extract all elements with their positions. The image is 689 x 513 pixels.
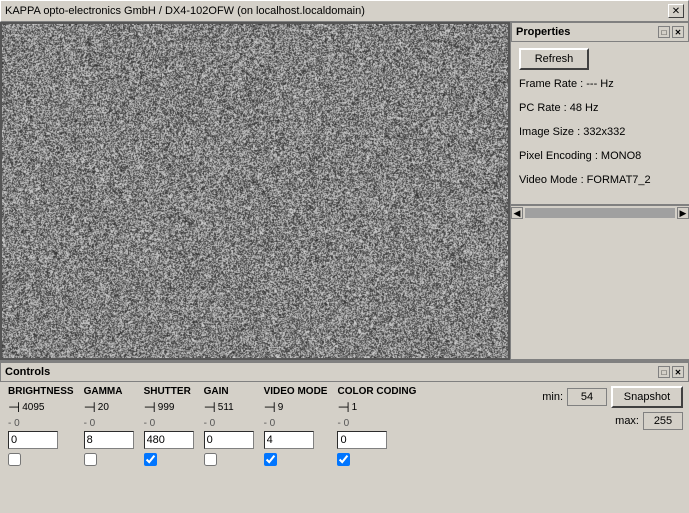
label-gamma: GAMMA	[84, 386, 123, 397]
properties-title: Properties	[516, 26, 570, 38]
scroll-right-icon[interactable]: ▶	[677, 207, 689, 219]
properties-panel: Properties □ ✕ Refresh Frame Rate : --- …	[510, 22, 689, 360]
control-group-brightness: BRIGHTNESS ⊣ 4095 - 0	[8, 386, 74, 466]
range-row-gamma: ⊣ 20	[84, 399, 109, 416]
max-val-gamma: 20	[98, 402, 109, 413]
controls-panel: Controls □ ✕ BRIGHTNESS ⊣ 4095 - 0 GAMMA…	[0, 360, 689, 513]
label-brightness: BRIGHTNESS	[8, 386, 74, 397]
range-row-shutter: ⊣ 999	[144, 399, 175, 416]
camera-view	[0, 22, 510, 360]
controls-restore-icon[interactable]: □	[658, 366, 670, 378]
slider-icon-gamma: ⊣	[84, 399, 96, 416]
control-group-gamma: GAMMA ⊣ 20 - 0	[84, 386, 134, 466]
min-val-gain: - 0	[204, 418, 216, 429]
max-val-brightness: 4095	[22, 402, 44, 413]
video-mode-label: Video Mode : FORMAT7_2	[519, 174, 651, 186]
checkbox-shutter[interactable]	[144, 453, 157, 466]
scroll-left-icon[interactable]: ◀	[511, 207, 523, 219]
scroll-track	[525, 208, 675, 218]
input-videomode[interactable]	[264, 431, 314, 449]
checkbox-videomode[interactable]	[264, 453, 277, 466]
min-label: min:	[542, 391, 563, 403]
max-row: max:	[615, 412, 683, 430]
checkbox-brightness[interactable]	[8, 453, 21, 466]
minmax-snapshot: min: Snapshot max:	[542, 386, 683, 430]
input-shutter[interactable]	[144, 431, 194, 449]
properties-close-icon[interactable]: ✕	[672, 26, 684, 38]
properties-header-icons: □ ✕	[658, 26, 684, 38]
pc-rate-label: PC Rate : 48 Hz	[519, 102, 598, 114]
pixel-encoding-label: Pixel Encoding : MONO8	[519, 150, 641, 162]
slider-icon-shutter: ⊣	[144, 399, 156, 416]
video-mode-row: Video Mode : FORMAT7_2	[519, 174, 681, 186]
range-row-videomode: ⊣ 9	[264, 399, 284, 416]
controls-title: Controls	[5, 366, 50, 378]
min-input[interactable]	[567, 388, 607, 406]
range-row-gain: ⊣ 511	[204, 399, 234, 416]
max-val-gain: 511	[218, 402, 234, 413]
refresh-button[interactable]: Refresh	[519, 48, 589, 70]
max-val-shutter: 999	[158, 402, 175, 413]
input-gamma[interactable]	[84, 431, 134, 449]
properties-content: Refresh Frame Rate : --- Hz PC Rate : 48…	[511, 42, 689, 204]
slider-icon-videomode: ⊣	[264, 399, 276, 416]
title-bar: KAPPA opto-electronics GmbH / DX4-102OFW…	[0, 0, 689, 22]
control-group-shutter: SHUTTER ⊣ 999 - 0	[144, 386, 194, 466]
snapshot-button[interactable]: Snapshot	[611, 386, 683, 408]
properties-restore-icon[interactable]: □	[658, 26, 670, 38]
window-title: KAPPA opto-electronics GmbH / DX4-102OFW…	[5, 5, 365, 17]
checkbox-gamma[interactable]	[84, 453, 97, 466]
input-brightness[interactable]	[8, 431, 58, 449]
input-colorcoding[interactable]	[337, 431, 387, 449]
slider-icon-brightness: ⊣	[8, 399, 20, 416]
range-row-colorcoding: ⊣ 1	[337, 399, 357, 416]
max-label: max:	[615, 415, 639, 427]
label-gain: GAIN	[204, 386, 229, 397]
label-shutter: SHUTTER	[144, 386, 191, 397]
checkbox-colorcoding[interactable]	[337, 453, 350, 466]
image-size-row: Image Size : 332x332	[519, 126, 681, 138]
properties-header: Properties □ ✕	[511, 22, 689, 42]
main-area: Properties □ ✕ Refresh Frame Rate : --- …	[0, 22, 689, 360]
camera-canvas	[2, 24, 508, 358]
checkbox-gain[interactable]	[204, 453, 217, 466]
label-videomode: VIDEO MODE	[264, 386, 328, 397]
max-val-colorcoding: 1	[352, 402, 358, 413]
min-val-videomode: - 0	[264, 418, 276, 429]
input-gain[interactable]	[204, 431, 254, 449]
controls-close-icon[interactable]: ✕	[672, 366, 684, 378]
min-row: min: Snapshot	[542, 386, 683, 408]
prop-scrollbar: ◀ ▶	[511, 204, 689, 220]
controls-header-icons: □ ✕	[658, 366, 684, 378]
controls-header: Controls □ ✕	[0, 362, 689, 382]
frame-rate-row: Frame Rate : --- Hz	[519, 78, 681, 90]
control-group-gain: GAIN ⊣ 511 - 0	[204, 386, 254, 466]
max-input[interactable]	[643, 412, 683, 430]
image-size-label: Image Size : 332x332	[519, 126, 625, 138]
max-val-videomode: 9	[278, 402, 284, 413]
min-val-brightness: - 0	[8, 418, 20, 429]
min-val-shutter: - 0	[144, 418, 156, 429]
min-val-gamma: - 0	[84, 418, 96, 429]
frame-rate-label: Frame Rate : --- Hz	[519, 78, 614, 90]
range-row-brightness: ⊣ 4095	[8, 399, 44, 416]
close-button[interactable]: ✕	[668, 4, 684, 18]
pixel-encoding-row: Pixel Encoding : MONO8	[519, 150, 681, 162]
min-val-colorcoding: - 0	[337, 418, 349, 429]
slider-icon-colorcoding: ⊣	[337, 399, 349, 416]
control-group-videomode: VIDEO MODE ⊣ 9 - 0	[264, 386, 328, 466]
control-group-colorcoding: COLOR CODING ⊣ 1 - 0	[337, 386, 416, 466]
slider-icon-gain: ⊣	[204, 399, 216, 416]
pc-rate-row: PC Rate : 48 Hz	[519, 102, 681, 114]
label-colorcoding: COLOR CODING	[337, 386, 416, 397]
